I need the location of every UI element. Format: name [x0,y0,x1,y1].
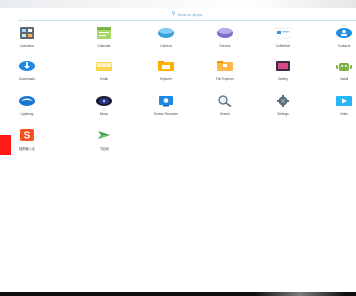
app-label: Calendar [97,44,111,48]
app-label: Calculator [19,44,35,48]
app-label: Music [99,112,109,116]
app-label: Search [219,112,231,116]
app-label: Video [339,112,349,116]
app-label: File Explorer [216,77,234,81]
file-explorer-icon [214,58,236,74]
email-icon [93,58,115,74]
app-label: 搜狗输入法 [19,147,35,151]
app-coffeenet[interactable]: CoffeeNet [265,25,301,59]
app-label: Screen Recorder [153,112,179,116]
svg-text:S: S [24,131,31,142]
app-video[interactable]: Video [326,93,356,127]
video-icon [333,93,355,109]
app-email[interactable]: Email [86,58,122,92]
bottom-bar [0,292,356,296]
search-apps-bar[interactable]: ⚲ Search Apps [18,8,356,21]
magnifier-icon [214,93,236,109]
app-lightning[interactable]: Lightning [9,93,45,127]
app-feirumi[interactable]: 飞如米 [86,127,122,161]
app-label: Install [339,77,349,81]
downloads-icon [16,58,38,74]
app-contacts[interactable]: Contacts [326,25,356,59]
app-search[interactable]: Search [207,93,243,127]
chrome-icon [214,25,236,41]
bottom-bar-highlight [255,292,345,296]
coffeenet-icon [272,25,294,41]
search-icon: ⚲ [171,11,176,17]
app-gallery[interactable]: Gallery [265,58,301,92]
app-calendar[interactable]: Calendar [86,25,122,59]
music-icon [93,93,115,109]
app-label: Email [100,77,108,81]
app-downloads[interactable]: Downloads [9,58,45,92]
explorer-icon [155,58,177,74]
search-apps-label: Search Apps [177,11,203,17]
camera-icon [155,25,177,41]
contacts-icon [333,25,355,41]
app-label: Camera [160,44,172,48]
lightning-icon [16,93,38,109]
sogou-input-icon: S [16,127,38,143]
app-install[interactable]: Install [326,58,356,92]
app-label: Lightning [20,112,34,116]
calculator-icon [16,25,38,41]
gallery-icon [272,58,294,74]
app-label: Settings [277,112,289,116]
app-label: Gallery [277,77,289,81]
app-file-explorer[interactable]: File Explorer [207,58,243,92]
app-label: Chrome [219,44,231,48]
app-music[interactable]: Music [86,93,122,127]
app-label: Downloads [19,77,35,81]
gear-icon [272,93,294,109]
red-marker [0,135,11,155]
install-icon [333,58,355,74]
app-camera[interactable]: Camera [148,25,184,59]
app-sogou-input[interactable]: S 搜狗输入法 [9,127,45,161]
app-label: Explorer [160,77,172,81]
app-chrome[interactable]: Chrome [207,25,243,59]
app-explorer[interactable]: Explorer [148,58,184,92]
app-label: Contacts [337,44,351,48]
app-screen-recorder[interactable]: Screen Recorder [148,93,184,127]
app-label: 飞如米 [99,147,109,151]
feirumi-icon [93,127,115,143]
app-calculator[interactable]: Calculator [9,25,45,59]
calendar-icon [93,25,115,41]
window-top-strip [0,0,356,8]
app-settings[interactable]: Settings [265,93,301,127]
app-label: CoffeeNet [275,44,291,48]
screen-recorder-icon [155,93,177,109]
